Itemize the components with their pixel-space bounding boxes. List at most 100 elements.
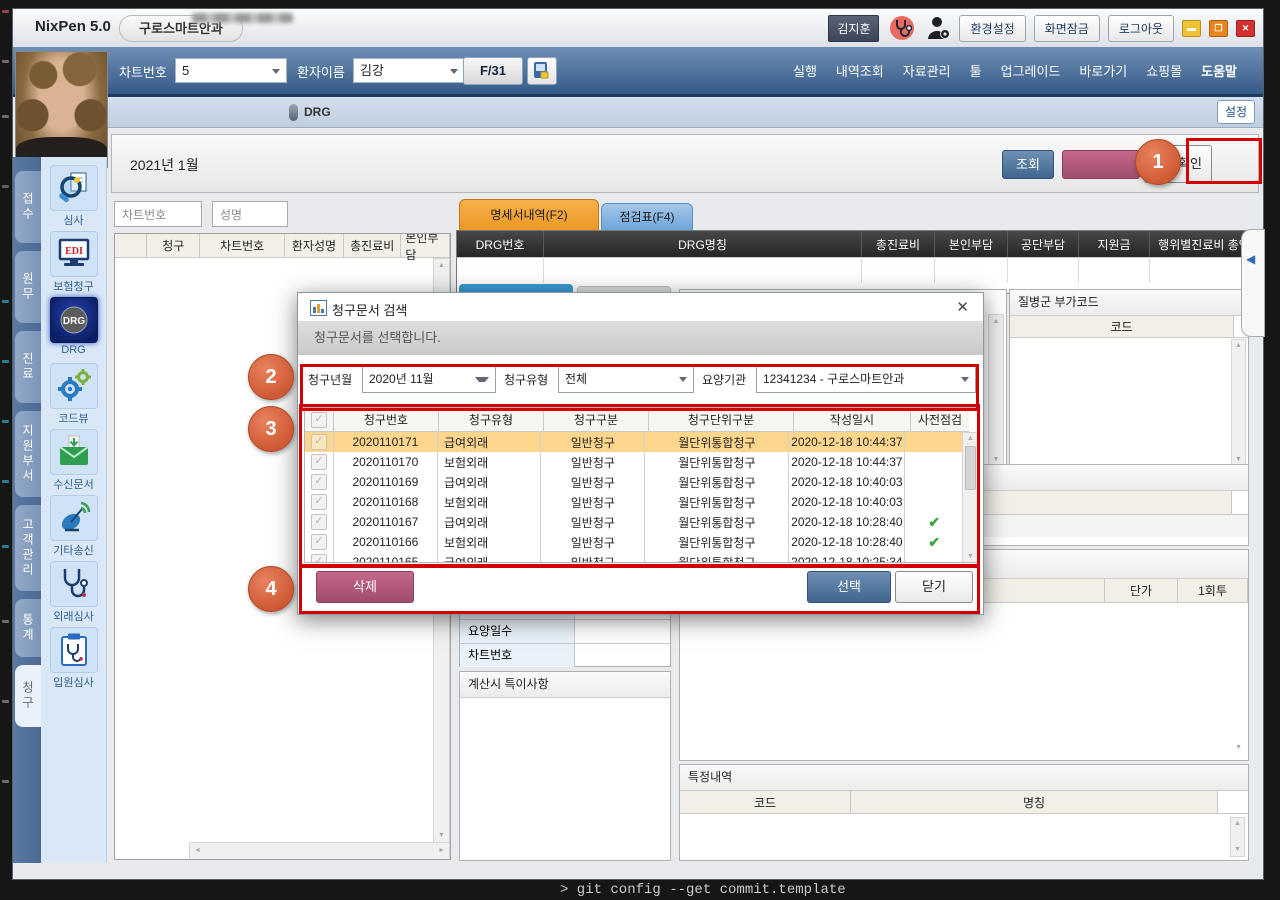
special-column-code: 코드 [680,791,851,814]
special-detail-panel: 특정내역 코드 명칭 ▲▼ [679,764,1249,861]
special-panel-title: 특정내역 [680,765,1248,791]
user-settings-icon[interactable] [925,15,951,41]
gears-icon [50,363,98,409]
sidebar-item-label: 코드뷰 [45,410,102,426]
dialog-title-bar[interactable]: 청구문서 검색 ✕ [298,293,983,322]
desktop-clutter [2,10,9,13]
sidebar-tab-support[interactable]: 지원부서 [15,411,41,497]
column-header-copay: 본인부담 [401,234,450,258]
desktop-clutter [2,360,9,363]
desktop-clutter [2,700,9,703]
menu-run[interactable]: 실행 [793,61,817,80]
panel-title: 질병군 부가코드 [1010,290,1248,316]
field-label-care-days: 요양일수 [460,620,575,643]
patient-name-combo[interactable]: 김강 [353,58,465,83]
column-header-chartno: 차트번호 [200,234,284,258]
satellite-dish-icon [50,495,98,541]
scroll-down-arrow[interactable]: ▼ [1235,744,1242,752]
code-column-header: 코드 [1010,316,1234,338]
menu-shop[interactable]: 쇼핑몰 [1146,61,1182,80]
sidebar-item-codeview[interactable]: 코드뷰 [45,361,102,425]
tab-checksheet[interactable]: 점검표(F4) [601,203,693,232]
dialog-message: 청구문서를 선택합니다. [298,321,983,355]
field-value[interactable] [575,644,670,667]
minimize-button[interactable]: ▬ [1182,20,1201,37]
field-value[interactable] [575,620,670,643]
settings-env-button[interactable]: 환경설정 [959,15,1025,42]
sidebar-item-other-transmit[interactable]: 기타송신 [45,493,102,557]
tab-statement-detail[interactable]: 명세서내역(F2) [459,199,599,232]
name-filter-input[interactable]: 성명 [212,201,288,227]
sidebar-tab-treatment[interactable]: 진료 [15,331,41,403]
sidebar-item-label: 보험청구 [45,278,102,294]
menu-history[interactable]: 내역조회 [836,61,884,80]
dialog-close-icon[interactable]: ✕ [956,298,969,316]
sidebar-item-insurance-claim[interactable]: EDI 보험청구 [45,229,102,293]
highlight-box-3 [299,404,980,568]
restore-button[interactable]: ❐ [1209,20,1228,37]
titlebar-right-cluster: 김지훈 환경설정 화면잠금 로그아웃 ▬ ❐ ✕ [828,15,1255,41]
inbox-envelope-icon [50,429,98,475]
sidebar-tab-stats[interactable]: 통계 [15,599,41,657]
app-title: NixPen 5.0 [35,18,111,35]
desktop-clutter [2,545,9,548]
menu-upgrade[interactable]: 업그레이드 [1001,61,1061,80]
highlight-box-1 [1186,138,1262,184]
horizontal-scrollbar[interactable]: ◄ ► [189,842,450,860]
lock-screen-button[interactable]: 화면잠금 [1034,15,1100,42]
chart-icon [310,300,327,316]
menu-tools[interactable]: 툴 [970,61,982,80]
sidebar-item-audit[interactable]: 심사 [45,163,102,227]
desktop-clutter [2,60,9,63]
chart-filter-input[interactable]: 차트번호 [114,201,202,227]
sidebar-item-outpatient-audit[interactable]: 외래심사 [45,559,102,623]
detail-column-dose: 1회투 [1178,579,1248,603]
menu-bar: 실행 내역조회 자료관리 툴 업그레이드 바로가기 쇼핑몰 도움말 [793,61,1237,80]
column-header-blank [115,234,147,258]
calc-note-panel: 계산시 특이사항 [459,671,671,861]
sidebar-item-drg[interactable]: DRG DRG [45,295,102,359]
sidebar-item-label: 수신문서 [45,476,102,492]
card-reader-button[interactable] [527,57,557,85]
audit-magnifier-icon [50,165,98,211]
patient-name-value: 김강 [360,63,384,78]
breadcrumb-bar: DRG 설정 [106,97,1263,128]
logout-button[interactable]: 로그아웃 [1108,15,1174,42]
drg-column-name: DRG명칭 [544,231,862,257]
calc-note-title: 계산시 특이사항 [460,672,670,698]
annotation-step-3: 3 [248,406,294,452]
drg-column-fund: 공단부담 [1008,231,1079,257]
annotation-step-1: 1 [1135,139,1181,185]
stethoscope-icon [50,561,98,607]
menu-help[interactable]: 도움말 [1201,61,1237,80]
search-button[interactable]: 조회 [1002,150,1054,179]
sidebar-item-label: 기타송신 [45,542,102,558]
vertical-scrollbar[interactable]: ▲▼ [1231,339,1246,467]
drg-column-no: DRG번호 [457,231,544,257]
drg-table: DRG번호 DRG명칭 총진료비 본인부담 공단부담 지원금 행위별진료비 총액 [456,230,1259,294]
sidebar-tab-crm[interactable]: 고객관리 [15,505,41,591]
sidebar-tab-admin[interactable]: 원무 [15,251,41,323]
stethoscope-icon[interactable] [887,15,917,41]
menu-data[interactable]: 자료관리 [903,61,951,80]
period-panel: 2021년 1월 조회 청구확인 [111,134,1259,193]
column-header-claim: 청구 [147,234,200,258]
sidebar-item-inpatient-audit[interactable]: 입원심사 [45,625,102,689]
screen-settings-button[interactable]: 설정 [1217,100,1255,124]
sidebar-tab-claim[interactable]: 청구 [15,665,41,727]
sidebar-item-label: 입원심사 [45,674,102,690]
sidebar-item-received-docs[interactable]: 수신문서 [45,427,102,491]
menu-shortcut[interactable]: 바로가기 [1079,61,1127,80]
chart-no-combo[interactable]: 5 [175,58,287,83]
hidden-pink-button[interactable] [1062,150,1140,179]
vertical-scrollbar[interactable]: ▲▼ [1230,817,1245,857]
user-badge[interactable]: 김지훈 [828,15,879,42]
close-button[interactable]: ✕ [1236,20,1255,37]
sidebar-tabstrip: 접수 원무 진료 지원부서 고객관리 통계 청구 [13,157,41,863]
vertical-scrollbar[interactable]: ▲▼ [988,314,1004,468]
sidebar-item-label: DRG [45,344,102,356]
desktop-clutter [2,780,9,783]
sidebar-tab-reception[interactable]: 접수 [15,171,41,243]
sex-age-button[interactable]: F/31 [463,57,523,85]
panel-collapse-handle[interactable]: ◀ [1241,229,1265,337]
